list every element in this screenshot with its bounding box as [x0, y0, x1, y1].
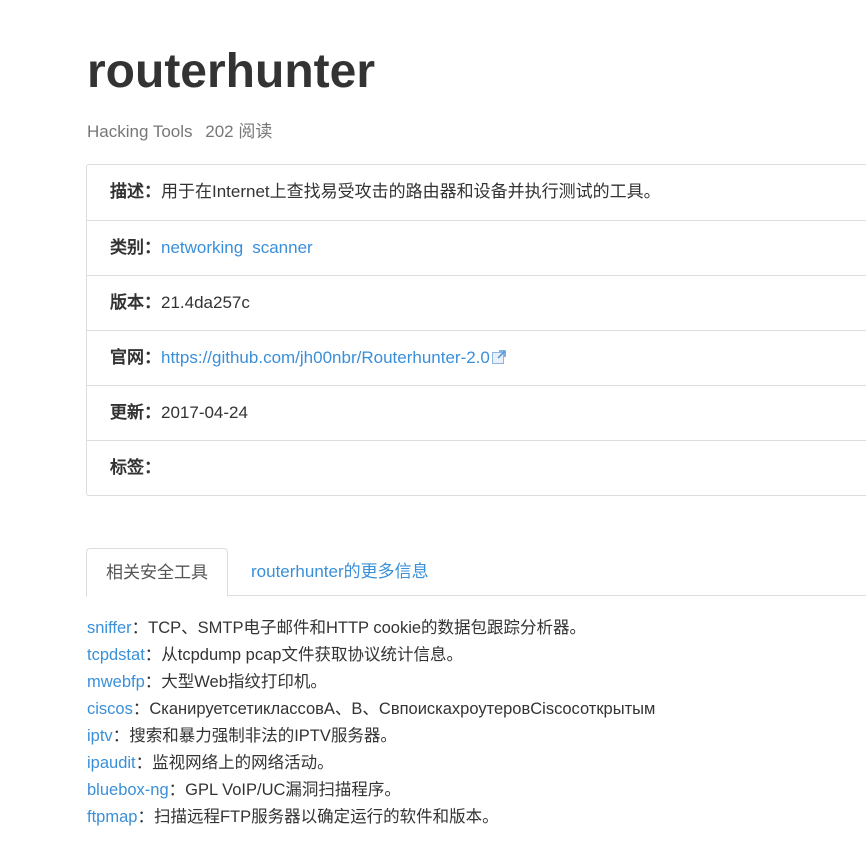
- tab-more-info[interactable]: routerhunter的更多信息: [232, 548, 448, 596]
- tag-link-scanner[interactable]: scanner: [252, 238, 312, 257]
- list-item: iptv：搜索和暴力强制非法的IPTV服务器。: [87, 723, 655, 750]
- related-tools-list: sniffer：TCP、SMTP电子邮件和HTTP cookie的数据包跟踪分析…: [87, 615, 655, 831]
- description-label: 描述：: [110, 182, 161, 201]
- list-item: mwebfp：大型Web指纹打印机。: [87, 669, 655, 696]
- tool-description: ：СканируетсетиклассовA、B、Свпоискахроутер…: [132, 700, 656, 718]
- list-item: bluebox-ng：GPL VoIP/UC漏洞扫描程序。: [87, 777, 655, 804]
- view-count: 202 阅读: [205, 122, 273, 141]
- tool-description: ：监视网络上的网络活动。: [135, 754, 334, 772]
- category-text: Hacking Tools: [87, 122, 193, 141]
- updated-value: 2017-04-24: [161, 403, 248, 422]
- list-item: sniffer：TCP、SMTP电子邮件和HTTP cookie的数据包跟踪分析…: [87, 615, 655, 642]
- tool-link-sniffer[interactable]: sniffer: [87, 619, 132, 637]
- version-value: 21.4da257c: [161, 293, 250, 312]
- info-row-description: 描述：用于在Internet上查找易受攻击的路由器和设备并执行测试的工具。: [87, 165, 866, 220]
- info-row-tags: 标签：: [87, 440, 866, 495]
- page-title: routerhunter: [87, 45, 375, 98]
- tool-link-mwebfp[interactable]: mwebfp: [87, 673, 145, 691]
- list-item: ciscos：СканируетсетиклассовA、B、Свпоисках…: [87, 696, 655, 723]
- tags-label: 标签：: [110, 458, 161, 477]
- website-label: 官网：: [110, 348, 161, 367]
- tool-link-ipaudit[interactable]: ipaudit: [87, 754, 136, 772]
- website-link[interactable]: https://github.com/jh00nbr/Routerhunter-…: [161, 348, 490, 367]
- external-link-icon[interactable]: [491, 333, 507, 364]
- updated-label: 更新：: [110, 403, 161, 422]
- info-row-updated: 更新：2017-04-24: [87, 385, 866, 440]
- tag-link-networking[interactable]: networking: [161, 238, 243, 257]
- tab-bar: 相关安全工具 routerhunter的更多信息: [86, 548, 866, 597]
- info-row-version: 版本：21.4da257c: [87, 275, 866, 330]
- page-meta: Hacking Tools 202 阅读: [87, 120, 272, 144]
- tool-link-ftpmap[interactable]: ftpmap: [87, 808, 137, 826]
- tool-description: ：大型Web指纹打印机。: [144, 673, 327, 691]
- tool-link-ciscos[interactable]: ciscos: [87, 700, 133, 718]
- category-label: 类别：: [110, 238, 161, 257]
- tool-link-iptv[interactable]: iptv: [87, 727, 113, 745]
- tool-description: ：从tcpdump pcap文件获取协议统计信息。: [144, 646, 463, 664]
- info-row-category: 类别：networking scanner: [87, 220, 866, 275]
- list-item: ipaudit：监视网络上的网络活动。: [87, 750, 655, 777]
- tool-description: ：扫描远程FTP服务器以确定运行的软件和版本。: [137, 808, 499, 826]
- tool-description: ：搜索和暴力强制非法的IPTV服务器。: [112, 727, 397, 745]
- tool-description: ：GPL VoIP/UC漏洞扫描程序。: [168, 781, 401, 799]
- info-row-website: 官网：https://github.com/jh00nbr/Routerhunt…: [87, 330, 866, 385]
- description-value: 用于在Internet上查找易受攻击的路由器和设备并执行测试的工具。: [161, 182, 661, 201]
- info-panel: 描述：用于在Internet上查找易受攻击的路由器和设备并执行测试的工具。 类别…: [86, 164, 866, 496]
- version-label: 版本：: [110, 293, 161, 312]
- tool-description: ：TCP、SMTP电子邮件和HTTP cookie的数据包跟踪分析器。: [131, 619, 587, 637]
- list-item: tcpdstat：从tcpdump pcap文件获取协议统计信息。: [87, 642, 655, 669]
- tool-link-tcpdstat[interactable]: tcpdstat: [87, 646, 145, 664]
- list-item: ftpmap：扫描远程FTP服务器以确定运行的软件和版本。: [87, 804, 655, 831]
- tool-link-bluebox-ng[interactable]: bluebox-ng: [87, 781, 169, 799]
- tab-related-tools[interactable]: 相关安全工具: [86, 548, 228, 597]
